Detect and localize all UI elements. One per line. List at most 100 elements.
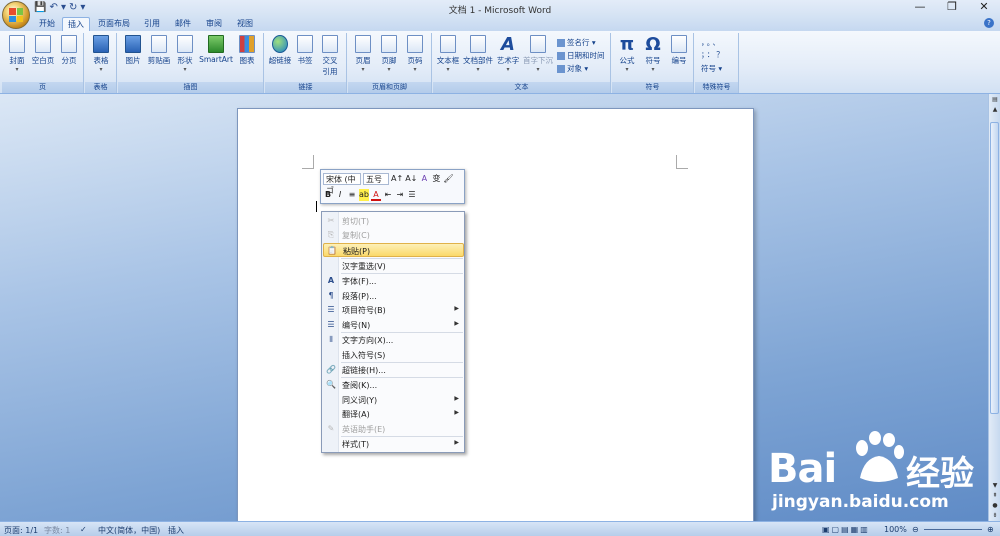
- header-button[interactable]: 页眉 ▾: [352, 35, 374, 73]
- clipart-button[interactable]: 剪贴画: [146, 35, 172, 66]
- tab-home[interactable]: 开始: [34, 17, 60, 31]
- format-painter-icon[interactable]: 🖌: [443, 173, 453, 185]
- menu-item-reconvert[interactable]: 汉字重选(V): [323, 259, 464, 273]
- phonetic-icon[interactable]: 变: [431, 173, 441, 185]
- bold-icon[interactable]: B: [323, 189, 333, 201]
- help-icon[interactable]: ?: [984, 18, 994, 28]
- menu-item-text-direction[interactable]: ⫴ 文字方向(X)...: [323, 333, 464, 347]
- menu-item-lookup[interactable]: 🔍 查阅(K)...: [323, 378, 464, 392]
- shrink-font-icon[interactable]: A↓: [405, 173, 417, 185]
- zoom-slider[interactable]: [924, 529, 982, 530]
- menu-item-copy[interactable]: ⎘ 复制(C): [323, 228, 464, 242]
- menu-item-translate[interactable]: 翻译(A) ▶: [323, 407, 464, 421]
- hyperlink-button[interactable]: 超链接: [267, 35, 293, 66]
- chart-button[interactable]: 图表: [236, 35, 258, 66]
- cover-page-button[interactable]: 封面 ▾: [6, 35, 28, 73]
- cross-reference-button[interactable]: 交叉 引用: [319, 35, 341, 77]
- menu-item-cut[interactable]: ✂ 剪切(T): [323, 214, 464, 228]
- blank-page-button[interactable]: 空白页: [30, 35, 56, 66]
- table-button[interactable]: 表格 ▾: [89, 35, 113, 73]
- ruler-toggle-icon[interactable]: ▤: [991, 96, 999, 104]
- view-buttons[interactable]: ▣▢▤▦▥: [822, 525, 870, 534]
- tab-review[interactable]: 审阅: [202, 17, 226, 31]
- margin-corner-tl: [302, 155, 314, 169]
- title-bar: 💾 ↶ ▾ ↻ ▾ 文档 1 - Microsoft Word — ❐ ✕: [0, 0, 1000, 16]
- menu-item-paste[interactable]: 📋 粘贴(P): [323, 243, 464, 257]
- menu-item-insert-symbol[interactable]: 插入符号(S): [323, 348, 464, 362]
- bullets-icon[interactable]: ☰: [407, 189, 417, 201]
- date-time-button[interactable]: 日期和时间: [557, 50, 605, 61]
- minimize-button[interactable]: —: [904, 0, 936, 16]
- smartart-button[interactable]: SmartArt: [198, 35, 234, 64]
- office-button[interactable]: [2, 1, 30, 29]
- browse-object-icon[interactable]: ●: [991, 502, 999, 510]
- symbol-button[interactable]: Ω 符号 ▾: [642, 35, 664, 74]
- status-page[interactable]: 页面: 1/1: [4, 525, 38, 536]
- status-language[interactable]: 中文(简体，中国): [98, 525, 160, 536]
- page-break-button[interactable]: 分页: [58, 35, 80, 66]
- scroll-up-arrow[interactable]: ▲: [991, 106, 999, 114]
- previous-page-icon[interactable]: ⇞: [991, 492, 999, 500]
- italic-icon[interactable]: I: [335, 189, 345, 201]
- tab-insert[interactable]: 插入: [62, 17, 90, 31]
- bookmark-button[interactable]: 书签: [295, 35, 315, 66]
- status-insert-mode[interactable]: 插入: [168, 525, 184, 536]
- tab-view[interactable]: 视图: [233, 17, 257, 31]
- restore-button[interactable]: ❐: [936, 0, 968, 16]
- special-symbol-row2[interactable]: ；：？: [701, 49, 726, 60]
- tab-references[interactable]: 引用: [140, 17, 164, 31]
- equation-button[interactable]: π 公式 ▾: [616, 34, 638, 74]
- object-button[interactable]: 对象 ▾: [557, 63, 588, 74]
- copy-icon: ⎘: [327, 230, 335, 239]
- tab-mailings[interactable]: 邮件: [171, 17, 195, 31]
- menu-item-paragraph[interactable]: ¶ 段落(P)...: [323, 289, 464, 303]
- wordart-button[interactable]: A 艺术字 ▾: [495, 35, 521, 74]
- special-symbol-row1[interactable]: ，。、: [701, 37, 722, 48]
- status-word-count[interactable]: 字数: 1: [44, 525, 70, 536]
- font-style-icon[interactable]: A: [419, 173, 429, 185]
- font-name-box[interactable]: 宋体 (中ゴ: [323, 173, 361, 195]
- grow-font-icon[interactable]: A↑: [391, 173, 403, 185]
- submenu-arrow-icon: ▶: [454, 320, 459, 327]
- submenu-arrow-icon: ▶: [454, 409, 459, 416]
- increase-indent-icon[interactable]: ⇥: [395, 189, 405, 201]
- vertical-scrollbar[interactable]: ▤ ▲ ▼ ⇞ ● ⇟: [988, 94, 1000, 521]
- proofing-icon[interactable]: ✓: [80, 525, 87, 534]
- page-number-button[interactable]: 页码 ▾: [404, 35, 426, 73]
- numbering-button[interactable]: 编号: [668, 35, 690, 66]
- center-align-icon[interactable]: ≡: [347, 189, 357, 201]
- highlight-icon[interactable]: ab: [359, 189, 369, 201]
- quick-parts-button[interactable]: 文档部件 ▾: [461, 35, 495, 73]
- menu-item-bullets[interactable]: ☰ 项目符号(B) ▶: [323, 303, 464, 317]
- zoom-in-icon[interactable]: ⊕: [987, 525, 994, 534]
- pi-icon: π: [619, 34, 635, 55]
- zoom-out-icon[interactable]: ⊖: [912, 525, 919, 534]
- tab-page-layout[interactable]: 页面布局: [96, 17, 132, 31]
- zoom-level[interactable]: 100%: [884, 525, 907, 534]
- menu-item-english-assistant[interactable]: ✎ 英语助手(E): [323, 422, 464, 436]
- baidu-watermark: Bai 经验 jingyan.baidu.com: [768, 430, 988, 520]
- menu-item-numbering[interactable]: ☰ 编号(N) ▶: [323, 318, 464, 332]
- shapes-button[interactable]: 形状 ▾: [174, 35, 196, 73]
- menu-item-font[interactable]: A 字体(F)...: [323, 274, 464, 288]
- close-button[interactable]: ✕: [968, 0, 1000, 16]
- menu-item-hyperlink[interactable]: 🔗 超链接(H)...: [323, 363, 464, 377]
- font-size-box[interactable]: 五号: [363, 173, 389, 185]
- textbox-button[interactable]: 文本框 ▾: [435, 35, 461, 73]
- decrease-indent-icon[interactable]: ⇤: [383, 189, 393, 201]
- menu-item-styles[interactable]: 样式(T) ▶: [323, 437, 464, 451]
- font-color-icon[interactable]: A: [371, 189, 381, 201]
- picture-button[interactable]: 图片: [122, 35, 144, 66]
- textbox-icon: [440, 35, 456, 53]
- scroll-down-arrow[interactable]: ▼: [991, 482, 999, 490]
- next-page-icon[interactable]: ⇟: [991, 512, 999, 520]
- group-header-footer: 页眉 ▾ 页脚 ▾ 页码 ▾ 页眉和页脚: [348, 33, 432, 93]
- document-page[interactable]: [237, 108, 754, 526]
- drop-cap-button[interactable]: 首字下沉 ▾: [521, 35, 555, 73]
- scrollbar-thumb[interactable]: [990, 122, 999, 414]
- special-symbol-button[interactable]: 符号 ▾: [701, 63, 722, 74]
- footer-button[interactable]: 页脚 ▾: [378, 35, 400, 73]
- menu-item-synonyms[interactable]: 同义词(Y) ▶: [323, 393, 464, 407]
- group-illustrations: 图片 剪贴画 形状 ▾ SmartArt 图表 插图: [118, 33, 264, 93]
- signature-line-button[interactable]: 签名行 ▾: [557, 37, 596, 48]
